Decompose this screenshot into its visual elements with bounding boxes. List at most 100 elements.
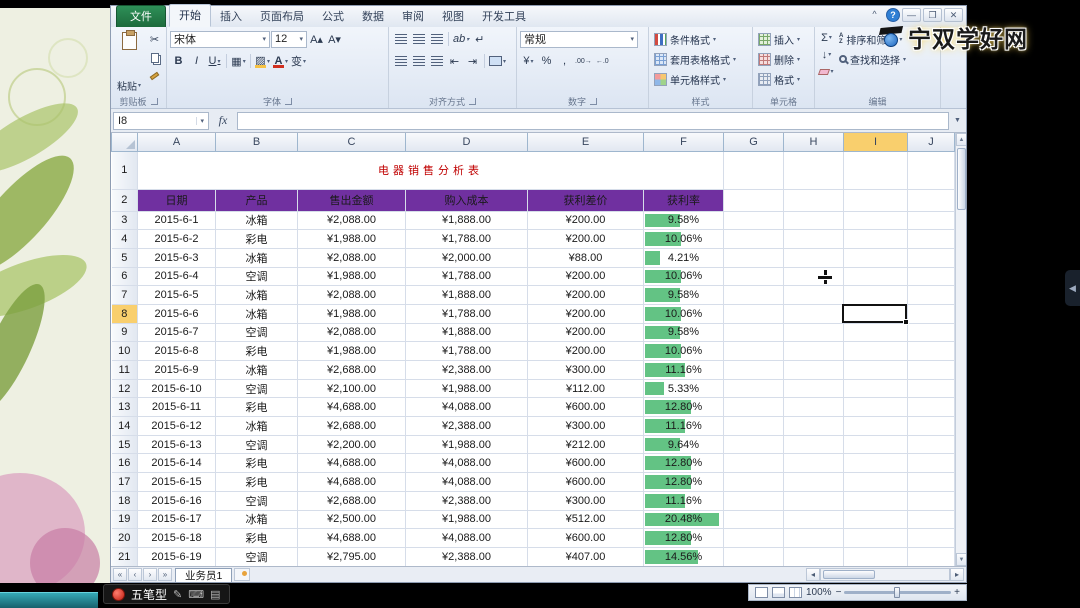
cell[interactable]: ¥1,988.00: [298, 267, 406, 286]
column-header-B[interactable]: B: [216, 133, 298, 151]
cell[interactable]: ¥512.00: [528, 510, 644, 529]
align-top-button[interactable]: [392, 31, 409, 48]
cell[interactable]: ¥2,500.00: [298, 510, 406, 529]
insert-cells-button[interactable]: 插入▾: [756, 29, 811, 49]
cell[interactable]: [784, 473, 844, 492]
cell[interactable]: 彩电: [216, 454, 298, 473]
cell[interactable]: ¥200.00: [528, 267, 644, 286]
vscroll-thumb[interactable]: [957, 148, 966, 210]
column-header-J[interactable]: J: [908, 133, 955, 151]
cell[interactable]: 2015-6-4: [138, 267, 216, 286]
cell[interactable]: [724, 398, 784, 417]
zoom-level[interactable]: 100%: [806, 587, 832, 598]
ribbon-tab-数据[interactable]: 数据: [353, 6, 393, 27]
cell[interactable]: 2015-6-18: [138, 529, 216, 548]
align-center-button[interactable]: [410, 53, 427, 70]
file-tab[interactable]: 文件: [116, 5, 166, 27]
name-box[interactable]: I8▾: [113, 112, 209, 130]
cell[interactable]: [844, 189, 908, 211]
row-header-5[interactable]: 5: [112, 248, 138, 267]
cell[interactable]: 冰箱: [216, 211, 298, 230]
cell[interactable]: [784, 491, 844, 510]
cell[interactable]: [724, 304, 784, 323]
cell[interactable]: [724, 211, 784, 230]
cell[interactable]: [908, 286, 955, 305]
cell[interactable]: 10.06%: [644, 230, 724, 249]
scroll-left-icon[interactable]: ◂: [806, 568, 820, 581]
clear-button[interactable]: ▾: [818, 63, 835, 80]
bold-button[interactable]: B: [170, 53, 187, 70]
cell[interactable]: ¥200.00: [528, 211, 644, 230]
hscroll-thumb[interactable]: [823, 570, 875, 579]
decrease-decimal-button[interactable]: ←.0: [594, 53, 611, 70]
font-size-combo[interactable]: 12▾: [271, 31, 307, 48]
cell[interactable]: 10.06%: [644, 267, 724, 286]
paste-button[interactable]: 粘贴▾: [114, 29, 144, 94]
row-header-19[interactable]: 19: [112, 510, 138, 529]
cell[interactable]: ¥1,988.00: [298, 230, 406, 249]
ribbon-tab-开发工具[interactable]: 开发工具: [473, 6, 535, 27]
cell[interactable]: 2015-6-9: [138, 361, 216, 380]
cell[interactable]: 2015-6-13: [138, 435, 216, 454]
formula-bar-expand-icon[interactable]: ▼: [951, 112, 964, 130]
cell[interactable]: 彩电: [216, 529, 298, 548]
cell[interactable]: [908, 510, 955, 529]
cell[interactable]: [908, 189, 955, 211]
cell[interactable]: ¥200.00: [528, 230, 644, 249]
cell[interactable]: 空调: [216, 435, 298, 454]
cell[interactable]: ¥2,388.00: [406, 417, 528, 436]
cell[interactable]: [844, 248, 908, 267]
cell[interactable]: [784, 230, 844, 249]
column-header-F[interactable]: F: [644, 133, 724, 151]
cell[interactable]: [724, 342, 784, 361]
dialog-launcher-icon[interactable]: [285, 98, 292, 105]
fill-color-button[interactable]: ▨▾: [254, 53, 271, 70]
cell[interactable]: 彩电: [216, 398, 298, 417]
ribbon-tab-开始[interactable]: 开始: [169, 4, 211, 27]
select-all-corner[interactable]: [112, 133, 138, 151]
cell[interactable]: ¥600.00: [528, 454, 644, 473]
cell[interactable]: [908, 547, 955, 566]
cell[interactable]: 2015-6-19: [138, 547, 216, 566]
cell[interactable]: 冰箱: [216, 361, 298, 380]
next-sheet-icon[interactable]: ›: [143, 568, 157, 581]
page-layout-view-icon[interactable]: [772, 587, 785, 598]
row-header-8[interactable]: 8: [112, 304, 138, 323]
cell[interactable]: 空调: [216, 379, 298, 398]
cell[interactable]: [908, 529, 955, 548]
cell[interactable]: [724, 454, 784, 473]
cell[interactable]: 4.21%: [644, 248, 724, 267]
row-header-6[interactable]: 6: [112, 267, 138, 286]
row-header-13[interactable]: 13: [112, 398, 138, 417]
column-header-D[interactable]: D: [406, 133, 528, 151]
cell[interactable]: 2015-6-17: [138, 510, 216, 529]
cell[interactable]: ¥2,088.00: [298, 323, 406, 342]
cell[interactable]: ¥407.00: [528, 547, 644, 566]
cell[interactable]: ¥1,788.00: [406, 267, 528, 286]
cell[interactable]: 2015-6-2: [138, 230, 216, 249]
normal-view-icon[interactable]: [755, 587, 768, 598]
last-sheet-icon[interactable]: »: [158, 568, 172, 581]
cell[interactable]: 9.58%: [644, 286, 724, 305]
insert-worksheet-tab[interactable]: [234, 568, 250, 581]
row-header-12[interactable]: 12: [112, 379, 138, 398]
cell[interactable]: ¥600.00: [528, 473, 644, 492]
cell[interactable]: 彩电: [216, 230, 298, 249]
cell[interactable]: ¥112.00: [528, 379, 644, 398]
cell[interactable]: ¥1,788.00: [406, 342, 528, 361]
page-break-view-icon[interactable]: [789, 587, 802, 598]
cell[interactable]: ¥2,388.00: [406, 491, 528, 510]
cell[interactable]: [784, 151, 844, 189]
cell[interactable]: [784, 189, 844, 211]
cell[interactable]: [784, 323, 844, 342]
row-header-21[interactable]: 21: [112, 547, 138, 566]
italic-button[interactable]: I: [188, 53, 205, 70]
cell[interactable]: ¥200.00: [528, 342, 644, 361]
cell[interactable]: ¥200.00: [528, 323, 644, 342]
cell[interactable]: [908, 435, 955, 454]
cell[interactable]: [784, 529, 844, 548]
cell[interactable]: ¥2,100.00: [298, 379, 406, 398]
scroll-down-icon[interactable]: ▼: [956, 553, 966, 566]
fx-icon[interactable]: fx: [211, 113, 235, 128]
row-header-7[interactable]: 7: [112, 286, 138, 305]
